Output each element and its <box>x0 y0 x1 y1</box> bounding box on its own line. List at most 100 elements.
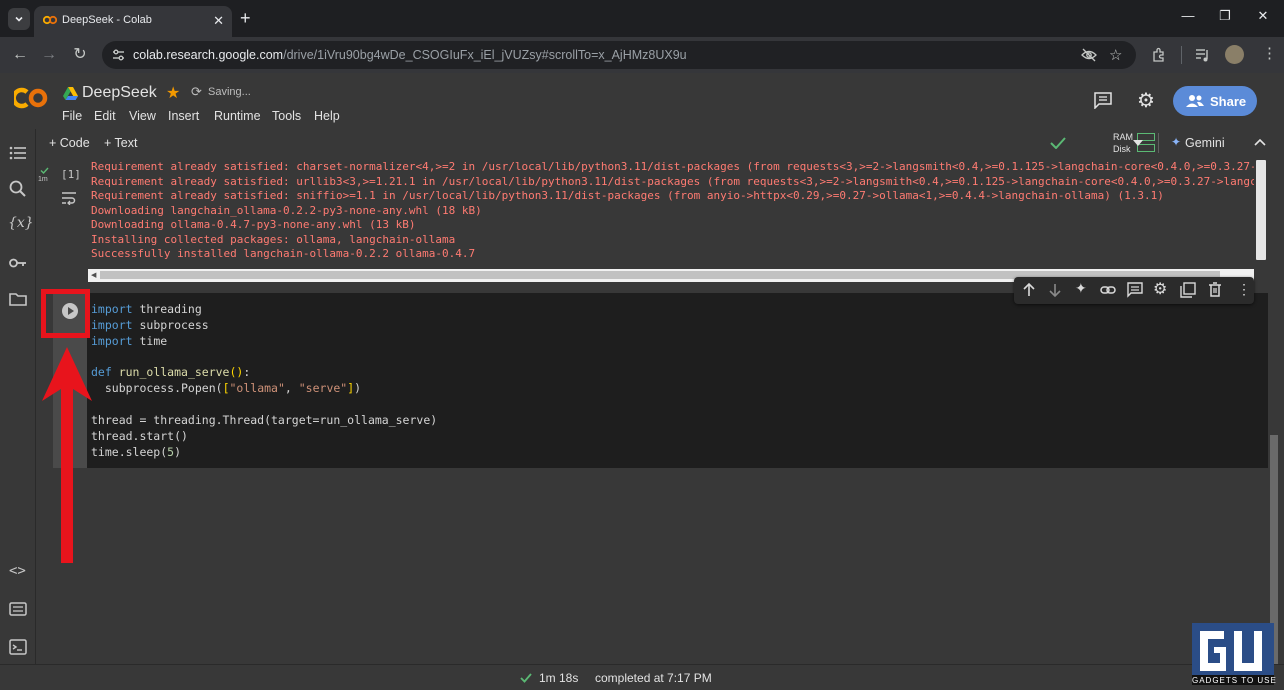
notebook-title[interactable]: DeepSeek <box>82 84 157 102</box>
menu-help[interactable]: Help <box>314 109 340 123</box>
reload-icon[interactable]: ↻ <box>70 45 90 65</box>
chevron-down-icon <box>15 16 23 22</box>
window-close-icon[interactable]: ✕ <box>1248 8 1278 24</box>
menu-insert[interactable]: Insert <box>168 109 199 123</box>
media-control-icon[interactable] <box>1195 47 1211 63</box>
menu-runtime[interactable]: Runtime <box>214 109 261 123</box>
output-actions-icon[interactable] <box>61 191 77 205</box>
browser-tab-active[interactable]: DeepSeek - Colab ✕ <box>34 6 232 37</box>
extensions-icon[interactable] <box>1151 47 1167 63</box>
people-icon <box>1186 95 1204 107</box>
menu-view[interactable]: View <box>129 109 156 123</box>
cell-comment-icon[interactable] <box>1127 282 1143 298</box>
red-arrow-annotation <box>42 347 92 563</box>
output-line: Requirement already satisfied: charset-n… <box>91 160 1254 173</box>
code-line: import subprocess <box>91 318 209 332</box>
more-options-icon[interactable]: ⋮ <box>1237 281 1251 298</box>
code-text: subprocess <box>132 318 209 332</box>
code-line: thread.start() <box>91 429 188 443</box>
run-success-check-icon <box>40 167 49 174</box>
maximize-icon[interactable]: ❐ <box>1210 8 1240 24</box>
secrets-key-icon[interactable] <box>8 253 28 273</box>
keyword: def <box>91 365 112 379</box>
google-drive-icon <box>63 87 78 100</box>
table-of-contents-icon[interactable] <box>8 143 28 163</box>
status-bar: 1m 18s completed at 7:17 PM <box>0 664 1284 690</box>
move-up-arrow-icon[interactable] <box>1021 282 1037 298</box>
address-bar[interactable]: colab.research.google.com/drive/1iVru90b… <box>102 41 1136 69</box>
move-down-arrow-icon[interactable] <box>1047 282 1063 298</box>
tab-search-button[interactable] <box>8 8 30 30</box>
scroll-left-arrow-icon[interactable]: ◀ <box>91 271 96 279</box>
sync-icon: ⟳ <box>191 84 202 99</box>
ai-sparkle-icon[interactable]: ✦ <box>1075 280 1087 297</box>
saving-status: Saving... <box>208 86 251 98</box>
output-line: Requirement already satisfied: urllib3<3… <box>91 174 1254 188</box>
share-label: Share <box>1210 94 1247 109</box>
code-snippets-icon[interactable]: <> <box>9 563 26 579</box>
comment-icon[interactable] <box>1094 92 1112 109</box>
code-text: ) <box>354 381 362 395</box>
watermark-text: GADGETS TO USE <box>1192 676 1277 685</box>
colab-favicon-icon <box>43 15 57 25</box>
code-text: , <box>284 381 299 395</box>
code-text: subprocess.Popen( <box>91 381 223 395</box>
menu-file[interactable]: File <box>62 109 82 123</box>
mirror-cell-icon[interactable] <box>1180 282 1196 298</box>
code-text: time.sleep( <box>91 445 168 459</box>
execution-count: [1] <box>61 168 81 181</box>
cell-output: Requirement already satisfied: charset-n… <box>88 157 1254 269</box>
terminal-icon[interactable] <box>8 637 28 657</box>
share-button[interactable]: Share <box>1173 86 1257 116</box>
code-text: : <box>243 365 251 379</box>
bookmark-star-icon[interactable]: ☆ <box>1109 46 1122 64</box>
variables-icon[interactable]: {x} <box>8 215 34 231</box>
gemini-button[interactable]: Gemini <box>1185 136 1225 150</box>
cell-settings-gear-icon[interactable]: ⚙ <box>1153 279 1167 299</box>
gemini-sparkle-icon: ✦ <box>1171 135 1182 149</box>
status-check-icon <box>520 673 532 683</box>
output-vertical-scroll-thumb[interactable] <box>1256 160 1266 260</box>
settings-gear-icon[interactable]: ⚙ <box>1137 88 1155 113</box>
new-tab-button[interactable]: + <box>240 8 251 28</box>
colab-logo-icon[interactable] <box>14 87 48 109</box>
left-sidebar: {x} <> <box>0 129 36 664</box>
menu-edit[interactable]: Edit <box>94 109 116 123</box>
string-literal: "ollama" <box>229 381 285 395</box>
code-text: time <box>132 334 168 348</box>
minimize-icon[interactable]: — <box>1173 8 1203 23</box>
colab-header: DeepSeek ★ ⟳ Saving... File Edit View In… <box>0 73 1284 129</box>
chevron-up-icon[interactable] <box>1254 138 1266 146</box>
code-editor[interactable]: import threading import subprocess impor… <box>87 293 1268 468</box>
url-text: colab.research.google.com/drive/1iVru90b… <box>133 48 687 62</box>
browser-menu-icon[interactable]: ⋮ <box>1262 44 1277 62</box>
files-folder-icon[interactable] <box>8 289 28 309</box>
menu-tools[interactable]: Tools <box>272 109 301 123</box>
command-palette-icon[interactable] <box>8 599 28 619</box>
search-icon[interactable] <box>8 179 28 199</box>
keyword: import <box>91 318 133 332</box>
string-literal: "serve" <box>298 381 348 395</box>
url-path: /drive/1iVru90bg4wDe_CSOGIuFx_iEl_jVUZsy… <box>283 48 687 62</box>
delete-trash-icon[interactable] <box>1207 282 1223 298</box>
code-line: import time <box>91 334 167 348</box>
profile-avatar[interactable] <box>1225 45 1244 64</box>
browser-tab-strip: DeepSeek - Colab ✕ + — ❐ ✕ <box>0 0 1284 37</box>
connected-check-icon <box>1050 137 1066 149</box>
star-icon[interactable]: ★ <box>166 83 180 103</box>
link-icon[interactable] <box>1100 282 1116 298</box>
runtime-dropdown-icon[interactable] <box>1133 140 1143 146</box>
url-host: colab.research.google.com <box>133 48 284 62</box>
add-text-button[interactable]: + Text <box>104 136 137 150</box>
toolbar-divider <box>1181 46 1182 64</box>
notebook-toolbar: + Code + Text RAM Disk ✦ Gemini <box>36 129 1284 157</box>
site-info-icon[interactable] <box>112 49 125 61</box>
back-arrow-icon[interactable]: ← <box>10 45 30 65</box>
punctuation: [ <box>222 381 230 395</box>
code-text: threading <box>132 302 202 316</box>
add-code-button[interactable]: + Code <box>49 136 90 150</box>
eye-off-icon[interactable] <box>1081 48 1097 62</box>
close-tab-icon[interactable]: ✕ <box>213 13 224 29</box>
forward-arrow-icon[interactable]: → <box>39 45 59 65</box>
ram-disk-indicator[interactable]: RAM Disk <box>1113 131 1133 155</box>
